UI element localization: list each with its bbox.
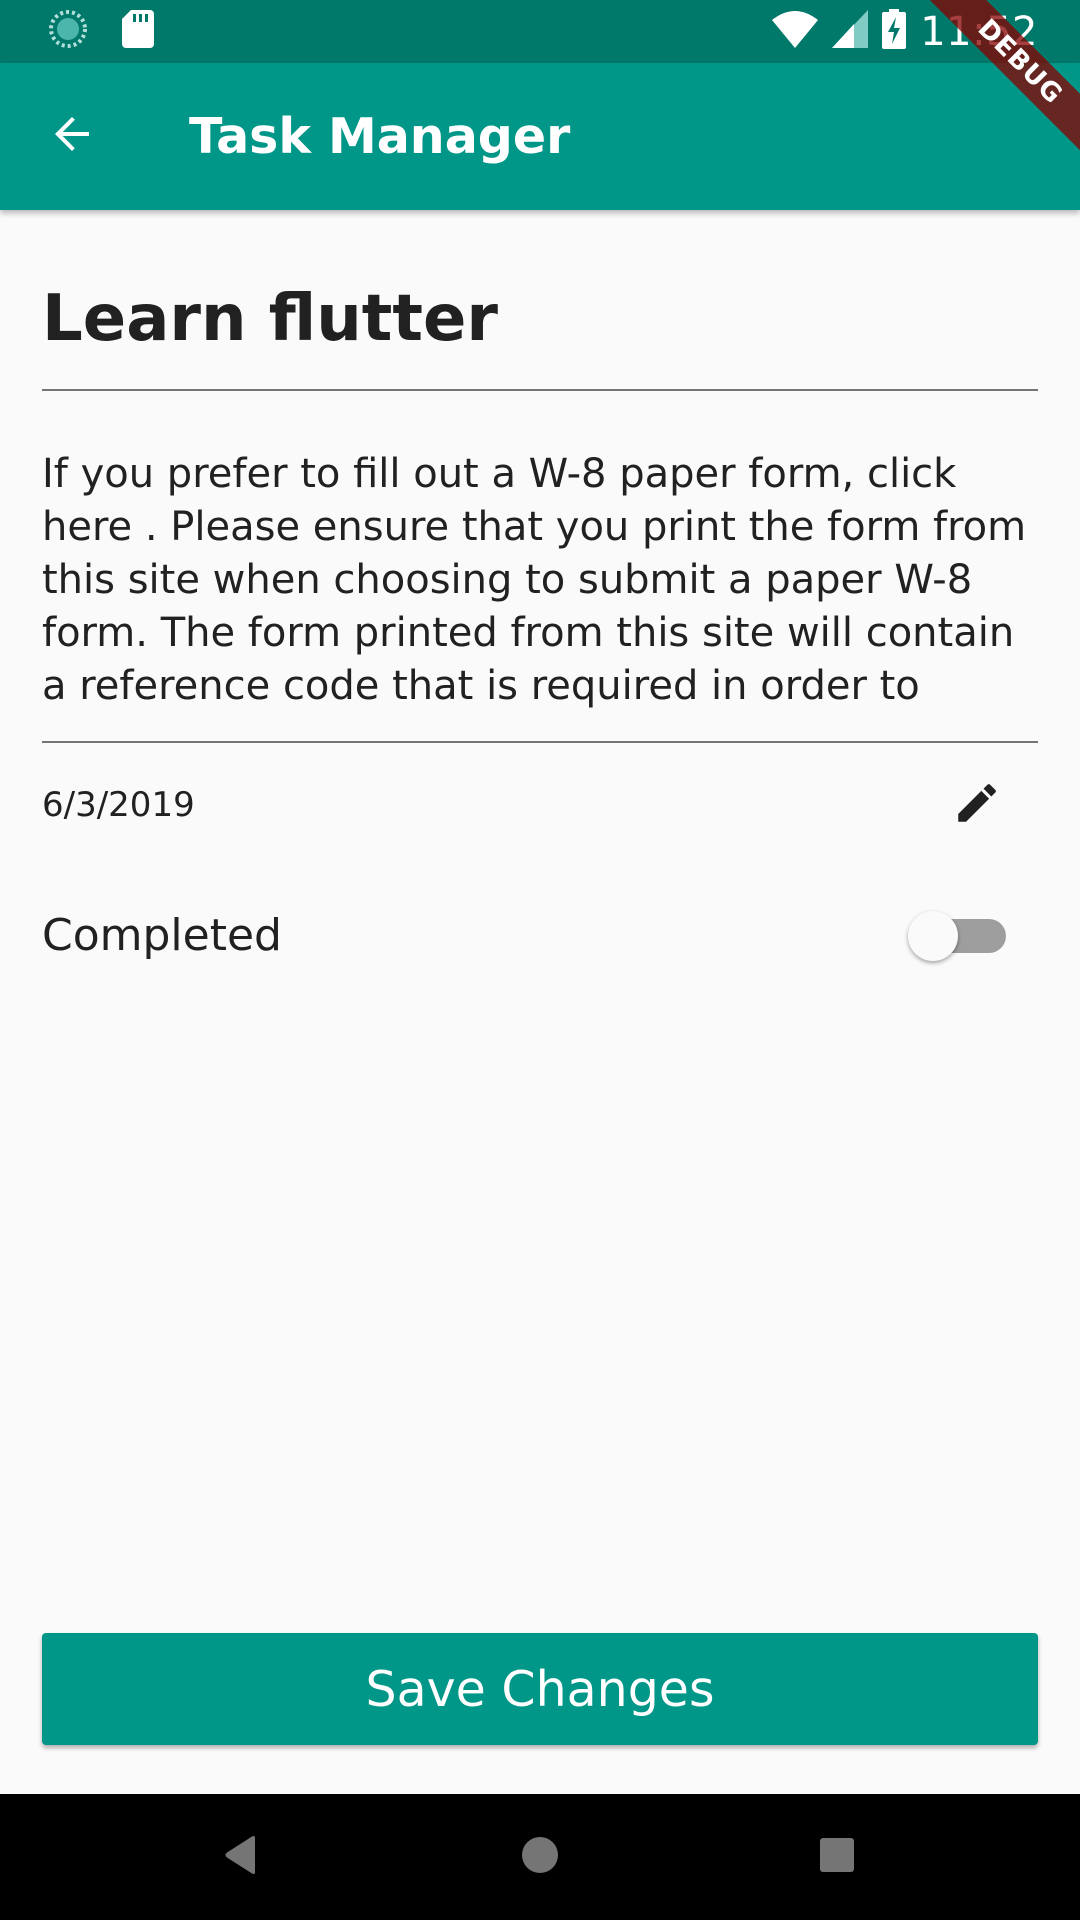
sd-card-icon (122, 10, 154, 53)
app-title: Task Manager (189, 108, 571, 165)
battery-charging-icon (882, 9, 907, 54)
signal-icon (832, 10, 869, 53)
status-notification-icons (48, 9, 154, 54)
date-row: 6/3/2019 (42, 770, 1038, 840)
task-date: 6/3/2019 (42, 785, 195, 825)
nav-home-button[interactable] (480, 1794, 600, 1920)
task-title-input[interactable]: Learn flutter (42, 282, 498, 356)
nav-recents-button[interactable] (777, 1794, 897, 1920)
back-button[interactable] (13, 63, 133, 210)
status-system-icons: 11:52 (772, 0, 1038, 63)
app-bar: Task Manager (0, 63, 1080, 210)
completed-row: Completed (42, 895, 1038, 975)
nav-back-button[interactable] (181, 1794, 301, 1920)
sync-icon (48, 9, 88, 54)
completed-label: Completed (42, 909, 282, 961)
task-description-input[interactable]: If you prefer to fill out a W-8 paper fo… (42, 448, 1038, 713)
edit-pencil-icon (952, 778, 1002, 833)
wifi-icon (772, 10, 819, 53)
status-time: 11:52 (920, 8, 1038, 55)
title-divider (42, 389, 1038, 391)
nav-back-triangle-icon (223, 1835, 259, 1880)
system-nav-bar (0, 1794, 1080, 1920)
nav-recents-square-icon (820, 1837, 854, 1877)
description-divider (42, 741, 1038, 743)
status-bar: 11:52 (0, 0, 1080, 63)
completed-switch[interactable] (908, 905, 1008, 965)
edit-date-button[interactable] (942, 770, 1012, 840)
save-changes-button[interactable]: Save Changes (42, 1633, 1038, 1745)
arrow-back-icon (49, 110, 97, 163)
completed-switch-thumb (908, 911, 958, 961)
nav-home-circle-icon (521, 1836, 559, 1879)
